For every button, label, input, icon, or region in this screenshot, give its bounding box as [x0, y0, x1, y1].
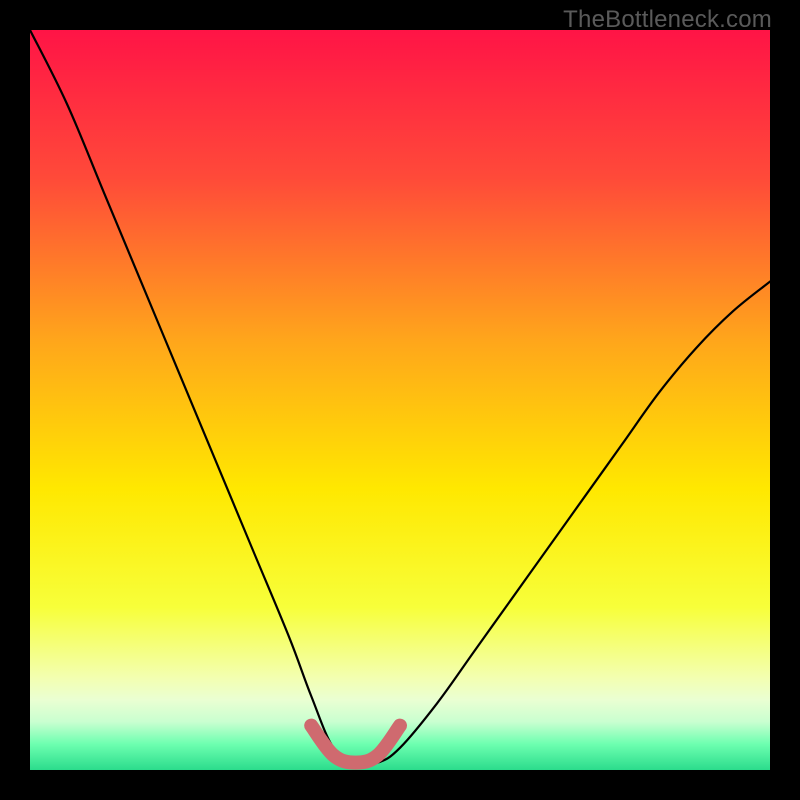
plot-area	[30, 30, 770, 770]
chart-frame: TheBottleneck.com	[0, 0, 800, 800]
bottleneck-curve	[30, 30, 770, 765]
curve-layer	[30, 30, 770, 770]
